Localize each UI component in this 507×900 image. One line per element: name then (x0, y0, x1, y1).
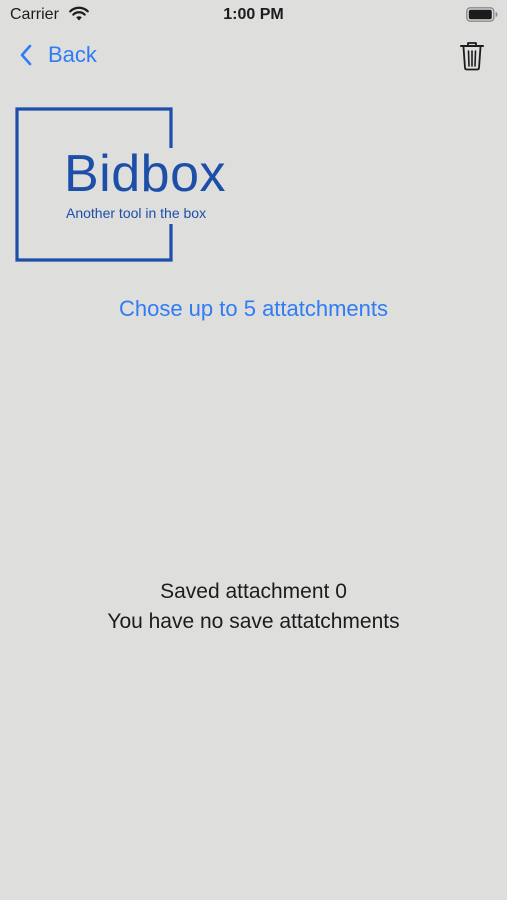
status-bar: Carrier 1:00 PM (0, 0, 507, 30)
choose-attachments-button[interactable]: Chose up to 5 attatchments (0, 296, 507, 322)
navigation-bar: Back (0, 30, 507, 80)
empty-state-message: You have no save attatchments (107, 610, 400, 633)
bidbox-logo: Bidbox Another tool in the box (14, 106, 254, 266)
battery-icon (466, 7, 498, 22)
back-button[interactable]: Back (18, 40, 97, 70)
logo-tagline: Another tool in the box (66, 205, 207, 221)
chevron-left-icon (20, 44, 32, 66)
back-button-label: Back (48, 42, 97, 67)
status-time: 1:00 PM (223, 6, 284, 23)
saved-attachment-count: Saved attachment 0 (160, 580, 347, 603)
logo-name: Bidbox (64, 145, 226, 203)
trash-icon[interactable] (459, 41, 485, 71)
